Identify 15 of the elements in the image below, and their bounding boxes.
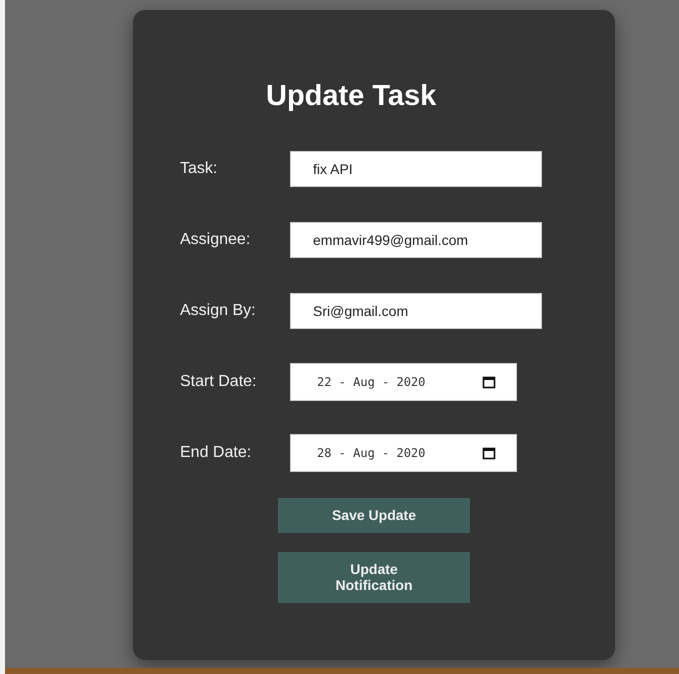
calendar-icon[interactable]	[482, 446, 496, 460]
date-field[interactable]: 22 - Aug - 2020	[290, 363, 517, 401]
save-button[interactable]: Save Update	[278, 498, 470, 533]
form-title: Update Task	[266, 80, 436, 113]
notification-button[interactable]: Update Notification	[278, 552, 470, 603]
field-label: Assignee:	[180, 231, 252, 249]
field-label: Task:	[180, 160, 218, 178]
text-field[interactable]: emmavir499@gmail.com	[290, 222, 542, 258]
field-label: Assign By:	[180, 302, 257, 320]
calendar-icon[interactable]	[482, 375, 496, 389]
text-field[interactable]: fix API	[290, 151, 542, 187]
field-label: Start Date:	[180, 373, 258, 391]
text-field[interactable]: Sri@gmail.com	[290, 293, 542, 329]
field-label: End Date:	[180, 444, 252, 462]
date-field[interactable]: 28 - Aug - 2020	[290, 434, 517, 472]
